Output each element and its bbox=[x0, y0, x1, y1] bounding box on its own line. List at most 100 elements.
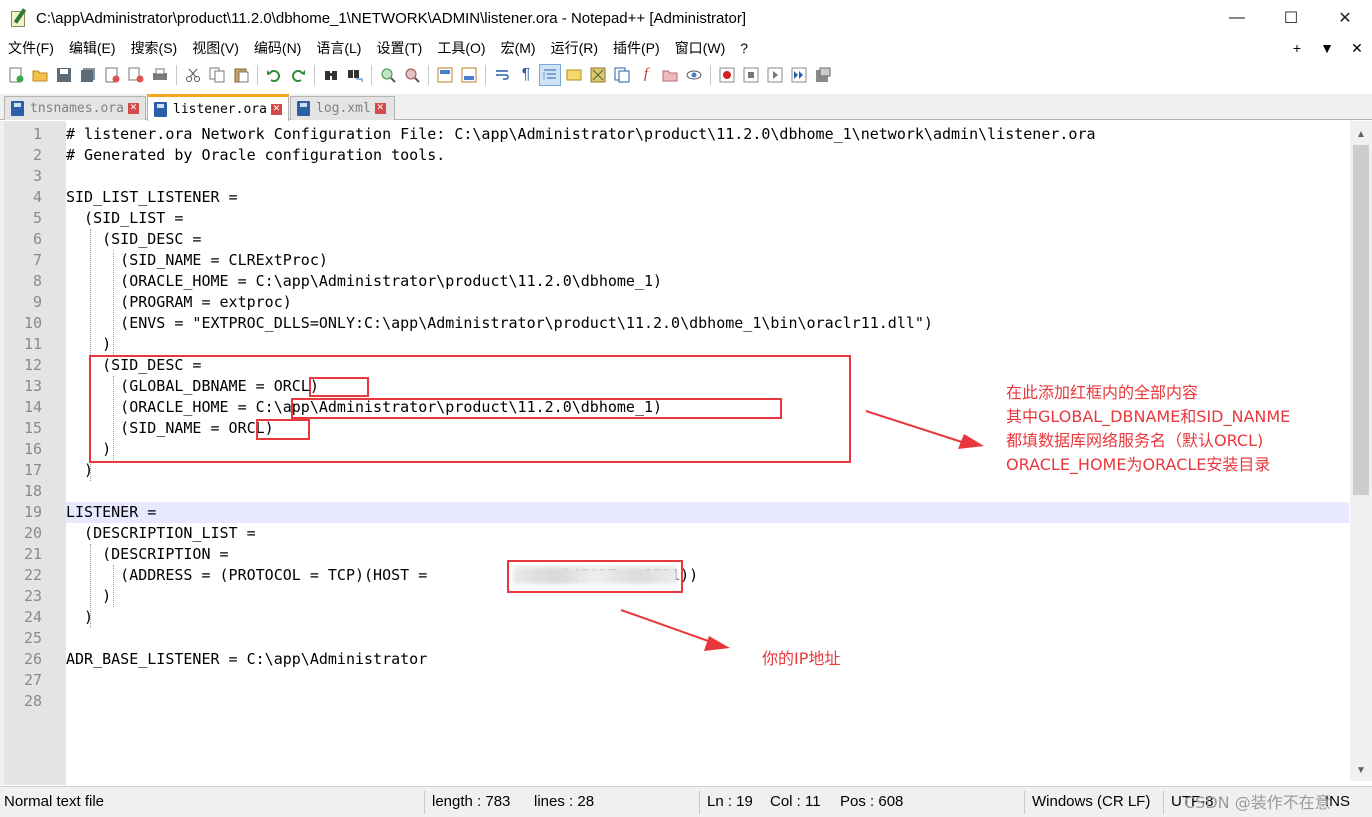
new-tab-icon[interactable]: + bbox=[1282, 40, 1312, 56]
window-title: C:\app\Administrator\product\11.2.0\dbho… bbox=[36, 9, 747, 27]
code-line[interactable]: ADR_BASE_LISTENER = C:\app\Administrator bbox=[66, 649, 1349, 670]
menu-search[interactable]: 搜索(S) bbox=[123, 38, 185, 58]
user-language-icon[interactable] bbox=[563, 64, 585, 86]
annotation-note-ip: 你的IP地址 bbox=[762, 649, 841, 668]
code-line[interactable]: # Generated by Oracle configuration tool… bbox=[66, 145, 1349, 166]
monitoring-icon[interactable] bbox=[683, 64, 705, 86]
code-line[interactable]: ) bbox=[66, 334, 1349, 355]
tab-tnsnames[interactable]: tnsnames.ora ✕ bbox=[4, 96, 146, 120]
code-line[interactable]: LISTENER = bbox=[66, 502, 1349, 523]
open-file-icon[interactable] bbox=[29, 64, 51, 86]
document-list-icon[interactable] bbox=[611, 64, 633, 86]
menu-edit[interactable]: 编辑(E) bbox=[61, 38, 123, 58]
code-line[interactable]: (ORACLE_HOME = C:\app\Administrator\prod… bbox=[66, 271, 1349, 292]
minimize-button[interactable]: — bbox=[1210, 0, 1264, 36]
close-button[interactable]: ✕ bbox=[1318, 0, 1372, 36]
new-file-icon[interactable] bbox=[5, 64, 27, 86]
code-line[interactable] bbox=[66, 166, 1349, 187]
menu-window[interactable]: 窗口(W) bbox=[667, 38, 733, 58]
status-length: length : 783 bbox=[432, 793, 511, 810]
redo-icon[interactable] bbox=[287, 64, 309, 86]
scrollbar-thumb[interactable] bbox=[1353, 145, 1369, 495]
close-file-icon[interactable] bbox=[101, 64, 123, 86]
show-all-characters-icon[interactable]: ¶ bbox=[515, 64, 537, 86]
save-all-icon[interactable] bbox=[77, 64, 99, 86]
folder-workspace-icon[interactable] bbox=[659, 64, 681, 86]
menu-file[interactable]: 文件(F) bbox=[0, 38, 61, 58]
line-number: 7 bbox=[32, 251, 42, 269]
cut-icon[interactable] bbox=[182, 64, 204, 86]
code-line[interactable]: SID_LIST_LISTENER = bbox=[66, 187, 1349, 208]
toolbar-separator bbox=[371, 64, 372, 85]
run-macro-multiple-icon[interactable] bbox=[788, 64, 810, 86]
code-line[interactable] bbox=[66, 628, 1349, 649]
paste-icon[interactable] bbox=[230, 64, 252, 86]
code-line[interactable] bbox=[66, 670, 1349, 691]
code-line[interactable]: ) bbox=[66, 586, 1349, 607]
find-icon[interactable] bbox=[320, 64, 342, 86]
play-macro-icon[interactable] bbox=[764, 64, 786, 86]
close-all-icon[interactable] bbox=[125, 64, 147, 86]
line-number: 9 bbox=[32, 293, 42, 311]
tab-list-dropdown-icon[interactable]: ▼ bbox=[1312, 40, 1342, 56]
save-icon[interactable] bbox=[53, 64, 75, 86]
tab-log[interactable]: log.xml ✕ bbox=[290, 96, 395, 120]
copy-icon[interactable] bbox=[206, 64, 228, 86]
replace-icon[interactable] bbox=[344, 64, 366, 86]
line-number: 18 bbox=[23, 482, 42, 500]
zoom-in-icon[interactable] bbox=[377, 64, 399, 86]
line-number: 14 bbox=[23, 398, 42, 416]
status-bar: Normal text file length : 783 lines : 28… bbox=[0, 786, 1372, 817]
save-macro-icon[interactable] bbox=[812, 64, 834, 86]
status-eol[interactable]: Windows (CR LF) bbox=[1032, 787, 1150, 817]
close-document-icon[interactable]: ✕ bbox=[1342, 40, 1372, 57]
menu-macro[interactable]: 宏(M) bbox=[493, 38, 543, 58]
menu-tools[interactable]: 工具(O) bbox=[429, 38, 492, 58]
code-line[interactable]: (SID_LIST = bbox=[66, 208, 1349, 229]
zoom-out-icon[interactable] bbox=[401, 64, 423, 86]
scroll-up-icon[interactable]: ▲ bbox=[1350, 125, 1372, 145]
tab-listener[interactable]: listener.ora ✕ bbox=[147, 94, 289, 121]
tab-close-icon[interactable]: ✕ bbox=[374, 103, 386, 114]
line-number-gutter: 1 2 3 4 5 6 7 8 9 10 11 12 13 14 15 16 17 18 19 20 21 22 23 24 2… bbox=[0, 121, 66, 785]
code-line[interactable]: (SID_DESC = bbox=[66, 229, 1349, 250]
stop-macro-icon[interactable] bbox=[740, 64, 762, 86]
line-number: 6 bbox=[32, 230, 42, 248]
menu-run[interactable]: 运行(R) bbox=[543, 38, 605, 58]
print-icon[interactable] bbox=[149, 64, 171, 86]
maximize-button[interactable]: ☐ bbox=[1264, 0, 1318, 36]
sync-horizontal-icon[interactable] bbox=[458, 64, 480, 86]
code-line[interactable] bbox=[66, 481, 1349, 502]
menu-view[interactable]: 视图(V) bbox=[184, 38, 246, 58]
redacted-ip bbox=[513, 567, 678, 584]
tab-label: tnsnames.ora bbox=[30, 101, 124, 116]
menu-language[interactable]: 语言(L) bbox=[308, 38, 368, 58]
menu-encoding[interactable]: 编码(N) bbox=[246, 38, 308, 58]
word-wrap-icon[interactable] bbox=[491, 64, 513, 86]
scroll-down-icon[interactable]: ▼ bbox=[1350, 761, 1372, 781]
record-macro-icon[interactable] bbox=[716, 64, 738, 86]
tab-close-icon[interactable]: ✕ bbox=[270, 103, 282, 115]
sync-vertical-icon[interactable] bbox=[434, 64, 456, 86]
code-line[interactable]: (ENVS = "EXTPROC_DLLS=ONLY:C:\app\Admini… bbox=[66, 313, 1349, 334]
code-line[interactable] bbox=[66, 691, 1349, 712]
undo-icon[interactable] bbox=[263, 64, 285, 86]
toolbar-separator bbox=[314, 64, 315, 85]
code-line[interactable]: ) bbox=[66, 607, 1349, 628]
code-line[interactable]: # listener.ora Network Configuration Fil… bbox=[66, 124, 1349, 145]
indent-guide-icon[interactable] bbox=[539, 63, 561, 86]
menu-plugins[interactable]: 插件(P) bbox=[605, 38, 667, 58]
doc-map-icon[interactable] bbox=[587, 64, 609, 86]
function-list-icon[interactable]: f bbox=[635, 64, 657, 86]
line-number: 11 bbox=[23, 335, 42, 353]
code-line[interactable]: (DESCRIPTION_LIST = bbox=[66, 523, 1349, 544]
code-line[interactable]: (ADDRESS = (PROTOCOL = TCP)(HOST = )(POR… bbox=[66, 565, 1349, 586]
code-line[interactable]: (DESCRIPTION = bbox=[66, 544, 1349, 565]
toolbar-separator bbox=[710, 64, 711, 85]
menu-settings[interactable]: 设置(T) bbox=[368, 38, 429, 58]
tab-close-icon[interactable]: ✕ bbox=[127, 103, 139, 114]
code-line[interactable]: (SID_NAME = CLRExtProc) bbox=[66, 250, 1349, 271]
vertical-scrollbar[interactable]: ▲ ▼ bbox=[1350, 121, 1372, 781]
code-line[interactable]: (PROGRAM = extproc) bbox=[66, 292, 1349, 313]
menu-help[interactable]: ? bbox=[732, 40, 755, 56]
